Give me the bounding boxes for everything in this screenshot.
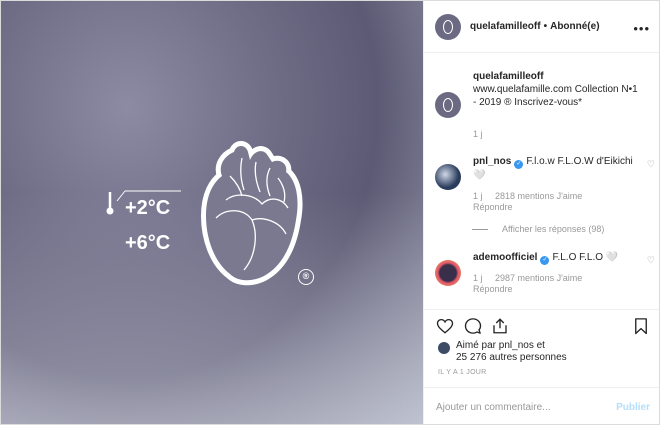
comment-text: F.L.O F.L.O 🤍 bbox=[552, 252, 619, 263]
divider bbox=[472, 228, 488, 230]
comment-meta: 1 j 2987 mentions J'aime bbox=[473, 273, 582, 283]
comment-bubble-icon[interactable] bbox=[464, 317, 482, 335]
caption-text: www.quelafamille.com Collection N•1 - 20… bbox=[473, 84, 638, 108]
post-header: quelafamilleoff • Abonné(e) ••• bbox=[424, 1, 659, 53]
comment-meta: 1 j 2818 mentions J'aime bbox=[473, 191, 582, 201]
comments-section[interactable]: quelafamilleoff www.quelafamille.com Col… bbox=[424, 53, 659, 309]
add-comment-bar: Ajouter un commentaire... Publier bbox=[424, 387, 659, 424]
reply-button[interactable]: Répondre bbox=[473, 202, 513, 212]
heart-logo-icon bbox=[201, 141, 303, 286]
verified-icon: ✓ bbox=[540, 256, 550, 265]
caption-text-block: quelafamilleoff www.quelafamille.com Col… bbox=[473, 70, 643, 109]
comment-like-icon[interactable]: ♡ bbox=[647, 159, 655, 170]
reply-button[interactable]: Répondre bbox=[473, 284, 513, 294]
verified-icon: ✓ bbox=[514, 160, 524, 169]
temperature-low: +6°C bbox=[125, 232, 171, 254]
liker-avatar[interactable] bbox=[438, 342, 450, 354]
more-options-icon[interactable]: ••• bbox=[633, 21, 650, 36]
comment-body: pnl_nos ✓ F.l.o.w F.L.O.W d'Eikichi 🤍 bbox=[473, 155, 633, 182]
caption-username[interactable]: quelafamilleoff bbox=[473, 71, 544, 82]
avatar[interactable] bbox=[435, 13, 461, 40]
post-image[interactable]: +2°C +6°C ® bbox=[1, 1, 423, 424]
bookmark-icon[interactable] bbox=[632, 317, 650, 335]
like-heart-icon[interactable] bbox=[436, 317, 454, 335]
liked-by-line1: Aimé par pnl_nos et bbox=[456, 340, 545, 351]
comment-likes[interactable]: 2987 mentions J'aime bbox=[495, 273, 582, 283]
publish-button[interactable]: Publier bbox=[616, 402, 650, 413]
comment-likes[interactable]: 2818 mentions J'aime bbox=[495, 191, 582, 201]
comment-avatar[interactable] bbox=[435, 260, 461, 286]
view-replies-button[interactable]: Afficher les réponses (98) bbox=[472, 224, 604, 234]
caption-avatar[interactable] bbox=[435, 92, 461, 118]
caption-time: 1 j bbox=[473, 129, 483, 139]
instagram-post-modal: +2°C +6°C ® quelafamilleoff • Abonné(e) … bbox=[0, 0, 660, 425]
comment-body: ademoofficiel ✓ F.L.O F.L.O 🤍 bbox=[473, 251, 633, 265]
follow-status-button[interactable]: Abonné(e) bbox=[550, 21, 599, 32]
share-upload-icon[interactable] bbox=[491, 317, 509, 335]
comment-avatar[interactable] bbox=[435, 164, 461, 190]
registered-mark: ® bbox=[298, 269, 314, 285]
temperature-high: +2°C bbox=[125, 197, 171, 219]
comment-time: 1 j bbox=[473, 273, 483, 283]
liked-by-line2[interactable]: 25 276 autres personnes bbox=[456, 352, 567, 364]
comment-username[interactable]: ademoofficiel bbox=[473, 252, 537, 263]
view-replies-label: Afficher les réponses (98) bbox=[502, 224, 605, 234]
comment-input[interactable]: Ajouter un commentaire... bbox=[436, 402, 551, 413]
post-date: IL Y A 1 JOUR bbox=[438, 369, 487, 376]
comment-time: 1 j bbox=[473, 191, 483, 201]
comment-username[interactable]: pnl_nos bbox=[473, 156, 511, 167]
header-separator: • bbox=[543, 21, 548, 32]
header-username[interactable]: quelafamilleoff bbox=[470, 21, 541, 32]
comment-like-icon[interactable]: ♡ bbox=[647, 255, 655, 266]
action-bar: Aimé par pnl_nos et 25 276 autres person… bbox=[424, 309, 659, 371]
post-sidebar: quelafamilleoff • Abonné(e) ••• quelafam… bbox=[423, 1, 659, 424]
